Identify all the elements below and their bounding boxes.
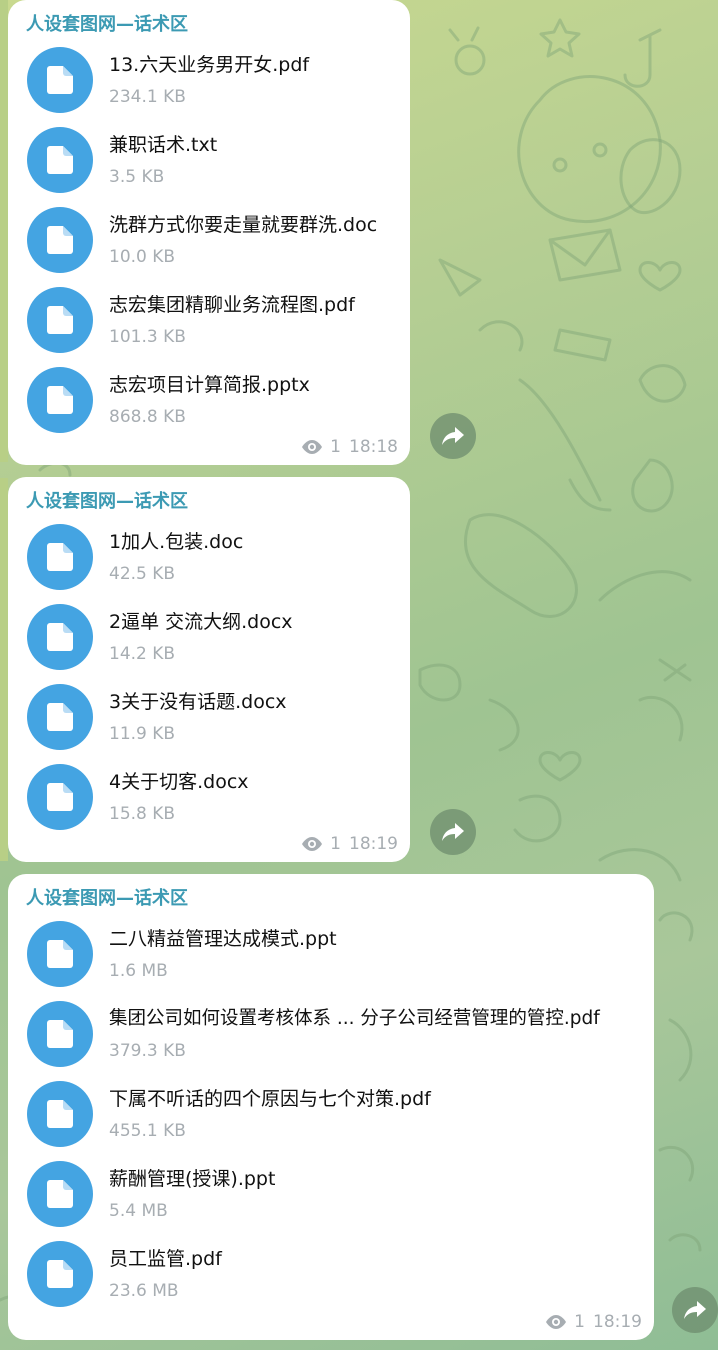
file-row[interactable]: 1加人.包装.doc 42.5 KB bbox=[26, 516, 394, 596]
left-edge-strip bbox=[0, 0, 8, 462]
file-icon[interactable] bbox=[27, 524, 93, 590]
file-icon[interactable] bbox=[27, 764, 93, 830]
file-size: 379.3 KB bbox=[109, 1041, 186, 1061]
file-size: 23.6 MB bbox=[109, 1281, 179, 1301]
file-name[interactable]: 集团公司如何设置考核体系 ... 分子公司经营管理的管控.pdf bbox=[109, 1006, 600, 1032]
file-icon[interactable] bbox=[27, 47, 93, 113]
file-name[interactable]: 兼职话术.txt bbox=[109, 132, 217, 158]
file-size: 868.8 KB bbox=[109, 407, 186, 427]
file-icon[interactable] bbox=[27, 367, 93, 433]
view-count: 1 bbox=[300, 834, 341, 854]
file-row[interactable]: 薪酬管理(授课).ppt 5.4 MB bbox=[26, 1153, 638, 1233]
file-size: 11.9 KB bbox=[109, 724, 176, 744]
file-icon[interactable] bbox=[27, 604, 93, 670]
file-row[interactable]: 兼职话术.txt 3.5 KB bbox=[26, 119, 394, 199]
file-row[interactable]: 4关于切客.docx 15.8 KB bbox=[26, 756, 394, 836]
file-message-bubble[interactable]: 人设套图网—话术区 1加人.包装.doc 42.5 KB 2逼单 交流大纲.do… bbox=[8, 477, 410, 862]
file-name[interactable]: 下属不听话的四个原因与七个对策.pdf bbox=[109, 1086, 431, 1112]
file-icon[interactable] bbox=[27, 921, 93, 987]
message-time: 18:19 bbox=[349, 834, 398, 854]
file-row[interactable]: 下属不听话的四个原因与七个对策.pdf 455.1 KB bbox=[26, 1073, 638, 1153]
file-icon[interactable] bbox=[27, 1081, 93, 1147]
file-size: 10.0 KB bbox=[109, 247, 176, 267]
file-name[interactable]: 1加人.包装.doc bbox=[109, 529, 243, 555]
message-meta: 1 18:19 bbox=[544, 1312, 642, 1332]
forward-button[interactable] bbox=[672, 1287, 718, 1333]
file-size: 234.1 KB bbox=[109, 87, 186, 107]
file-row[interactable]: 集团公司如何设置考核体系 ... 分子公司经营管理的管控.pdf 379.3 K… bbox=[26, 993, 638, 1073]
file-size: 455.1 KB bbox=[109, 1121, 186, 1141]
file-name[interactable]: 4关于切客.docx bbox=[109, 769, 249, 795]
file-row[interactable]: 洗群方式你要走量就要群洗.doc 10.0 KB bbox=[26, 199, 394, 279]
share-arrow-icon bbox=[684, 1301, 706, 1319]
file-size: 1.6 MB bbox=[109, 961, 168, 981]
file-size: 101.3 KB bbox=[109, 327, 186, 347]
file-icon[interactable] bbox=[27, 1161, 93, 1227]
views-number: 1 bbox=[330, 834, 341, 854]
left-edge-strip bbox=[0, 478, 8, 861]
file-message-bubble[interactable]: 人设套图网—话术区 13.六天业务男开女.pdf 234.1 KB 兼职话术.t… bbox=[8, 0, 410, 465]
message-time: 18:19 bbox=[593, 1312, 642, 1332]
view-count: 1 bbox=[300, 437, 341, 457]
file-name[interactable]: 二八精益管理达成模式.ppt bbox=[109, 926, 337, 952]
file-size: 14.2 KB bbox=[109, 644, 176, 664]
file-size: 5.4 MB bbox=[109, 1201, 168, 1221]
file-row[interactable]: 二八精益管理达成模式.ppt 1.6 MB bbox=[26, 913, 638, 993]
file-name[interactable]: 13.六天业务男开女.pdf bbox=[109, 52, 309, 78]
file-size: 3.5 KB bbox=[109, 167, 165, 187]
views-number: 1 bbox=[574, 1312, 585, 1332]
file-message-bubble[interactable]: 人设套图网—话术区 二八精益管理达成模式.ppt 1.6 MB 集团公司如何设置… bbox=[8, 874, 654, 1340]
eye-icon bbox=[546, 1315, 567, 1329]
file-row[interactable]: 员工监管.pdf 23.6 MB bbox=[26, 1233, 638, 1313]
file-icon[interactable] bbox=[27, 684, 93, 750]
file-row[interactable]: 13.六天业务男开女.pdf 234.1 KB bbox=[26, 39, 394, 119]
forward-button[interactable] bbox=[430, 413, 476, 459]
file-name[interactable]: 洗群方式你要走量就要群洗.doc bbox=[109, 212, 377, 238]
message-meta: 1 18:18 bbox=[300, 437, 398, 457]
file-size: 42.5 KB bbox=[109, 564, 176, 584]
file-row[interactable]: 2逼单 交流大纲.docx 14.2 KB bbox=[26, 596, 394, 676]
file-icon[interactable] bbox=[27, 207, 93, 273]
view-count: 1 bbox=[544, 1312, 585, 1332]
views-number: 1 bbox=[330, 437, 341, 457]
file-row[interactable]: 志宏集团精聊业务流程图.pdf 101.3 KB bbox=[26, 279, 394, 359]
file-name[interactable]: 员工监管.pdf bbox=[109, 1246, 222, 1272]
file-name[interactable]: 薪酬管理(授课).ppt bbox=[109, 1166, 275, 1192]
eye-icon bbox=[302, 440, 323, 454]
message-meta: 1 18:19 bbox=[300, 834, 398, 854]
sender-name[interactable]: 人设套图网—话术区 bbox=[26, 887, 638, 911]
file-row[interactable]: 3关于没有话题.docx 11.9 KB bbox=[26, 676, 394, 756]
file-icon[interactable] bbox=[27, 1241, 93, 1307]
message-time: 18:18 bbox=[349, 437, 398, 457]
share-arrow-icon bbox=[442, 823, 464, 841]
file-name[interactable]: 3关于没有话题.docx bbox=[109, 689, 287, 715]
file-icon[interactable] bbox=[27, 1001, 93, 1067]
file-icon[interactable] bbox=[27, 127, 93, 193]
file-size: 15.8 KB bbox=[109, 804, 176, 824]
file-icon[interactable] bbox=[27, 287, 93, 353]
share-arrow-icon bbox=[442, 427, 464, 445]
forward-button[interactable] bbox=[430, 809, 476, 855]
file-name[interactable]: 志宏项目计算简报.pptx bbox=[109, 372, 310, 398]
eye-icon bbox=[302, 837, 323, 851]
file-name[interactable]: 志宏集团精聊业务流程图.pdf bbox=[109, 292, 355, 318]
sender-name[interactable]: 人设套图网—话术区 bbox=[26, 13, 394, 37]
file-row[interactable]: 志宏项目计算简报.pptx 868.8 KB bbox=[26, 359, 394, 439]
file-name[interactable]: 2逼单 交流大纲.docx bbox=[109, 609, 293, 635]
sender-name[interactable]: 人设套图网—话术区 bbox=[26, 490, 394, 514]
